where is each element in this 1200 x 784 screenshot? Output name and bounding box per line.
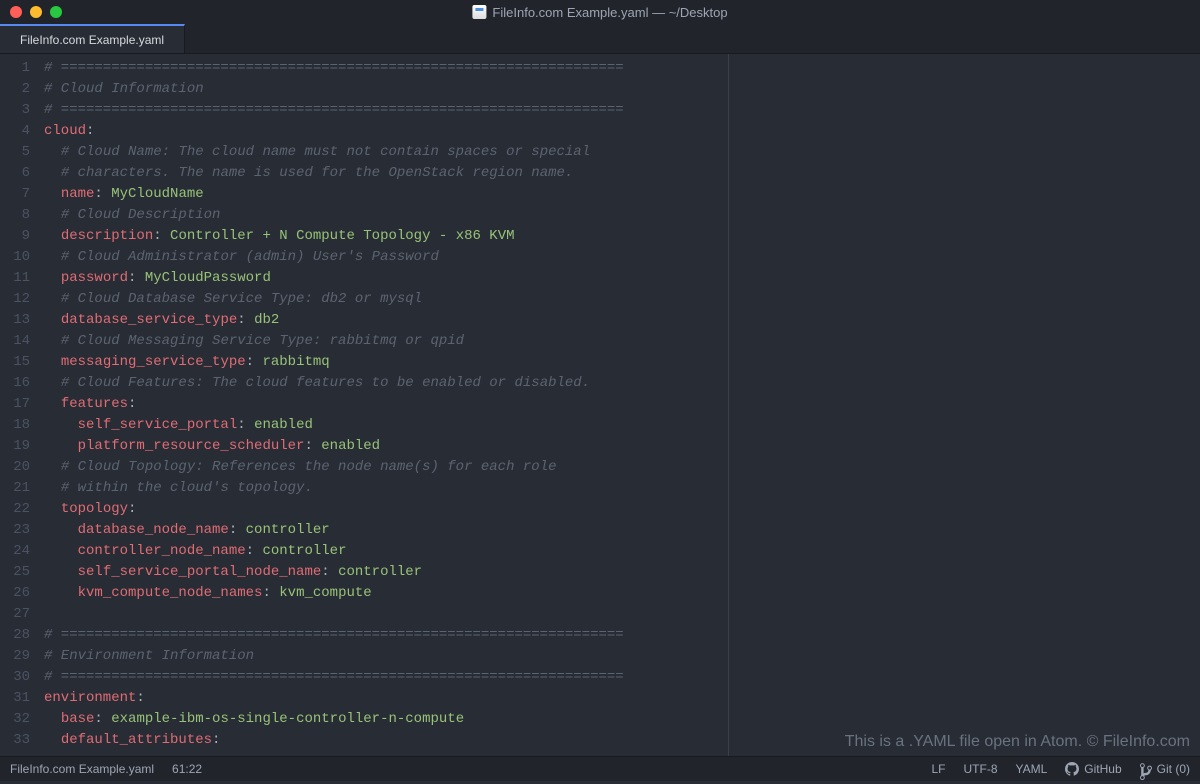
line-number[interactable]: 17 <box>0 394 42 415</box>
line-number[interactable]: 5 <box>0 142 42 163</box>
status-grammar[interactable]: YAML <box>1016 762 1048 776</box>
code-line[interactable]: messaging_service_type: rabbitmq <box>44 352 1200 373</box>
code-line[interactable]: topology: <box>44 499 1200 520</box>
code-line[interactable]: # Cloud Features: The cloud features to … <box>44 373 1200 394</box>
line-number[interactable]: 11 <box>0 268 42 289</box>
code-line[interactable]: default_attributes: <box>44 730 1200 751</box>
status-filename[interactable]: FileInfo.com Example.yaml <box>10 762 154 776</box>
maximize-window-button[interactable] <box>50 6 62 18</box>
line-number[interactable]: 8 <box>0 205 42 226</box>
window-title-text: FileInfo.com Example.yaml — ~/Desktop <box>492 5 727 20</box>
line-number[interactable]: 7 <box>0 184 42 205</box>
line-number[interactable]: 6 <box>0 163 42 184</box>
tab-label: FileInfo.com Example.yaml <box>20 33 164 47</box>
line-number[interactable]: 29 <box>0 646 42 667</box>
code-line[interactable]: self_service_portal_node_name: controlle… <box>44 562 1200 583</box>
minimize-window-button[interactable] <box>30 6 42 18</box>
code-line[interactable]: database_service_type: db2 <box>44 310 1200 331</box>
github-icon <box>1065 762 1079 776</box>
line-number[interactable]: 19 <box>0 436 42 457</box>
code-line[interactable]: # ======================================… <box>44 625 1200 646</box>
code-line[interactable]: # Cloud Description <box>44 205 1200 226</box>
window-titlebar: FileInfo.com Example.yaml — ~/Desktop <box>0 0 1200 24</box>
code-line[interactable]: # Cloud Information <box>44 79 1200 100</box>
wrap-guide <box>728 54 729 756</box>
git-branch-icon <box>1140 762 1152 776</box>
code-line[interactable]: controller_node_name: controller <box>44 541 1200 562</box>
status-git-label: Git (0) <box>1157 762 1190 776</box>
code-line[interactable]: # Environment Information <box>44 646 1200 667</box>
window-title: FileInfo.com Example.yaml — ~/Desktop <box>472 5 727 20</box>
line-number[interactable]: 15 <box>0 352 42 373</box>
code-line[interactable]: database_node_name: controller <box>44 520 1200 541</box>
code-line[interactable]: # ======================================… <box>44 100 1200 121</box>
status-github-label: GitHub <box>1084 762 1121 776</box>
line-number[interactable]: 25 <box>0 562 42 583</box>
line-number[interactable]: 26 <box>0 583 42 604</box>
line-number[interactable]: 27 <box>0 604 42 625</box>
line-number[interactable]: 18 <box>0 415 42 436</box>
line-number[interactable]: 22 <box>0 499 42 520</box>
code-line[interactable]: password: MyCloudPassword <box>44 268 1200 289</box>
status-github[interactable]: GitHub <box>1065 762 1121 776</box>
status-git-branch[interactable]: Git (0) <box>1140 762 1190 776</box>
line-number[interactable]: 3 <box>0 100 42 121</box>
close-window-button[interactable] <box>10 6 22 18</box>
code-line[interactable]: base: example-ibm-os-single-controller-n… <box>44 709 1200 730</box>
tab-bar[interactable]: FileInfo.com Example.yaml <box>0 24 1200 54</box>
editor-tab[interactable]: FileInfo.com Example.yaml <box>0 24 185 53</box>
code-line[interactable]: description: Controller + N Compute Topo… <box>44 226 1200 247</box>
line-number[interactable]: 4 <box>0 121 42 142</box>
code-line[interactable]: name: MyCloudName <box>44 184 1200 205</box>
code-line[interactable]: # ======================================… <box>44 58 1200 79</box>
line-number[interactable]: 33 <box>0 730 42 751</box>
code-line[interactable]: # Cloud Name: The cloud name must not co… <box>44 142 1200 163</box>
line-number[interactable]: 28 <box>0 625 42 646</box>
code-line[interactable]: self_service_portal: enabled <box>44 415 1200 436</box>
file-icon <box>472 5 486 19</box>
code-line[interactable]: # Cloud Topology: References the node na… <box>44 457 1200 478</box>
line-number[interactable]: 23 <box>0 520 42 541</box>
line-number[interactable]: 24 <box>0 541 42 562</box>
code-line[interactable]: environment: <box>44 688 1200 709</box>
code-line[interactable]: cloud: <box>44 121 1200 142</box>
status-encoding[interactable]: UTF-8 <box>964 762 998 776</box>
code-line[interactable]: # within the cloud's topology. <box>44 478 1200 499</box>
line-number[interactable]: 1 <box>0 58 42 79</box>
traffic-lights <box>10 6 62 18</box>
code-line[interactable]: # Cloud Messaging Service Type: rabbitmq… <box>44 331 1200 352</box>
code-line[interactable]: # characters. The name is used for the O… <box>44 163 1200 184</box>
status-bar: FileInfo.com Example.yaml 61:22 LF UTF-8… <box>0 756 1200 781</box>
code-line[interactable] <box>44 604 1200 625</box>
line-number[interactable]: 32 <box>0 709 42 730</box>
code-line[interactable]: # Cloud Administrator (admin) User's Pas… <box>44 247 1200 268</box>
line-number[interactable]: 31 <box>0 688 42 709</box>
line-number[interactable]: 21 <box>0 478 42 499</box>
line-number[interactable]: 16 <box>0 373 42 394</box>
line-number[interactable]: 2 <box>0 79 42 100</box>
code-area[interactable]: # ======================================… <box>42 54 1200 756</box>
code-line[interactable]: # ======================================… <box>44 667 1200 688</box>
code-line[interactable]: platform_resource_scheduler: enabled <box>44 436 1200 457</box>
status-cursor-position[interactable]: 61:22 <box>172 762 202 776</box>
code-line[interactable]: features: <box>44 394 1200 415</box>
line-number[interactable]: 10 <box>0 247 42 268</box>
line-number[interactable]: 20 <box>0 457 42 478</box>
code-line[interactable]: # Cloud Database Service Type: db2 or my… <box>44 289 1200 310</box>
line-number[interactable]: 12 <box>0 289 42 310</box>
status-line-ending[interactable]: LF <box>931 762 945 776</box>
line-number-gutter[interactable]: 1234567891011121314151617181920212223242… <box>0 54 42 756</box>
line-number[interactable]: 9 <box>0 226 42 247</box>
line-number[interactable]: 14 <box>0 331 42 352</box>
line-number[interactable]: 30 <box>0 667 42 688</box>
editor-pane[interactable]: 1234567891011121314151617181920212223242… <box>0 54 1200 756</box>
code-line[interactable]: kvm_compute_node_names: kvm_compute <box>44 583 1200 604</box>
line-number[interactable]: 13 <box>0 310 42 331</box>
